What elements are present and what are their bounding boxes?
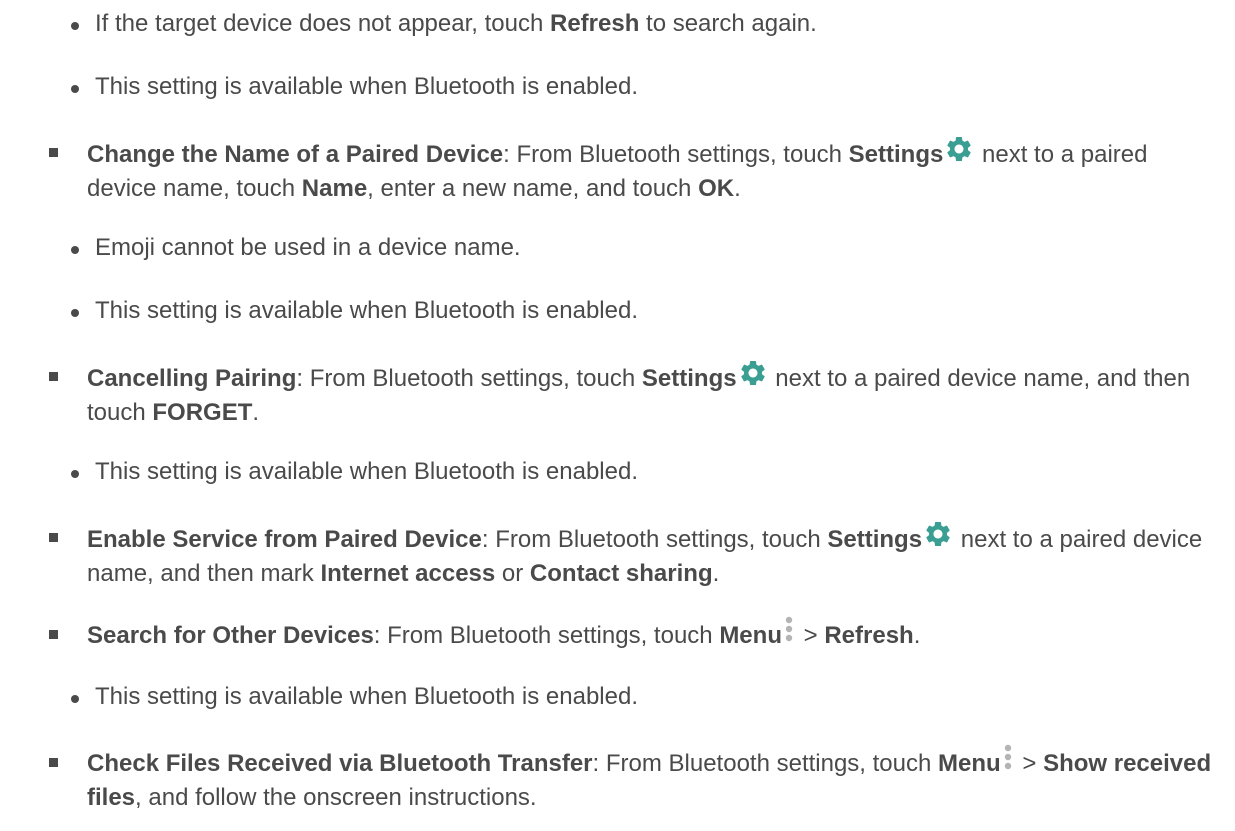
gear-icon — [738, 358, 768, 388]
bullet-dot — [71, 246, 79, 254]
item-text: Emoji cannot be used in a device name. — [95, 234, 521, 261]
item-text: > — [1015, 750, 1044, 777]
item-text: This setting is available when Bluetooth… — [95, 297, 638, 324]
item-text: , and follow the onscreen instructions. — [135, 784, 537, 811]
item-text: This setting is available when Bluetooth… — [95, 458, 638, 485]
item-text: to search again. — [639, 10, 817, 37]
ui-term-refresh: Refresh — [824, 622, 914, 649]
ui-term-menu: Menu — [938, 750, 1001, 777]
document-page: If the target device does not appear, to… — [0, 0, 1235, 831]
list-item: This setting is available when Bluetooth… — [71, 70, 1205, 104]
item-heading: Change the Name of a Paired Device — [87, 141, 504, 168]
ui-term-name: Name — [301, 175, 368, 202]
list-item: This setting is available when Bluetooth… — [71, 680, 1205, 714]
bullet-dot — [71, 470, 79, 478]
bullet-square — [49, 758, 58, 767]
list-item: This setting is available when Bluetooth… — [71, 294, 1205, 328]
bullet-square — [49, 630, 58, 639]
item-text: . — [252, 399, 260, 426]
bullet-square — [49, 372, 58, 381]
list-item: Check Files Received via Bluetooth Trans… — [49, 744, 1217, 815]
list-item: Emoji cannot be used in a device name. — [71, 231, 1205, 265]
item-text: , enter a new name, and touch — [367, 175, 699, 202]
list-item: Enable Service from Paired Device: From … — [49, 519, 1217, 591]
gear-icon — [944, 134, 974, 164]
item-text: This setting is available when Bluetooth… — [95, 683, 638, 710]
ui-term-refresh: Refresh — [549, 10, 640, 37]
ui-term-settings: Settings — [827, 526, 923, 553]
bullet-square — [49, 148, 58, 157]
list-item: If the target device does not appear, to… — [71, 7, 1205, 41]
item-text: . — [734, 175, 741, 202]
item-heading: Cancelling Pairing — [87, 365, 297, 392]
bullet-dot — [71, 695, 79, 703]
list-item: Search for Other Devices: From Bluetooth… — [49, 616, 1217, 653]
item-text: : From Bluetooth settings, touch — [503, 141, 849, 168]
list-item: Change the Name of a Paired Device: From… — [49, 134, 1217, 206]
item-text: or — [495, 560, 530, 587]
gear-icon — [923, 519, 953, 549]
list-item: Cancelling Pairing: From Bluetooth setti… — [49, 358, 1217, 430]
bullet-dot — [71, 85, 79, 93]
ui-term-ok: OK — [698, 175, 735, 202]
item-text: This setting is available when Bluetooth… — [95, 73, 638, 100]
ui-term-internet-access: Internet access — [320, 560, 496, 587]
ui-term-contact-sharing: Contact sharing — [529, 560, 713, 587]
ui-term-settings: Settings — [641, 365, 737, 392]
item-heading: Check Files Received via Bluetooth Trans… — [87, 750, 593, 777]
menu-icon — [1003, 744, 1013, 774]
list-item: This setting is available when Bluetooth… — [71, 455, 1205, 489]
ui-term-menu: Menu — [719, 622, 782, 649]
item-text: . — [913, 622, 921, 649]
ui-term-settings: Settings — [848, 141, 944, 168]
item-text: : From Bluetooth settings, touch — [296, 365, 642, 392]
item-text: If the target device does not appear, to… — [95, 10, 550, 37]
ui-term-forget: FORGET — [152, 399, 253, 426]
item-text: > — [796, 622, 825, 649]
item-text: . — [712, 560, 720, 587]
item-text: : From Bluetooth settings, touch — [592, 750, 939, 777]
bullet-dot — [71, 22, 79, 30]
item-heading: Search for Other Devices — [87, 622, 374, 649]
bullet-square — [49, 533, 58, 542]
item-text: : From Bluetooth settings, touch — [481, 526, 828, 553]
item-heading: Enable Service from Paired Device — [87, 526, 482, 553]
bullet-dot — [71, 309, 79, 317]
menu-icon — [784, 616, 794, 646]
item-text: : From Bluetooth settings, touch — [373, 622, 720, 649]
